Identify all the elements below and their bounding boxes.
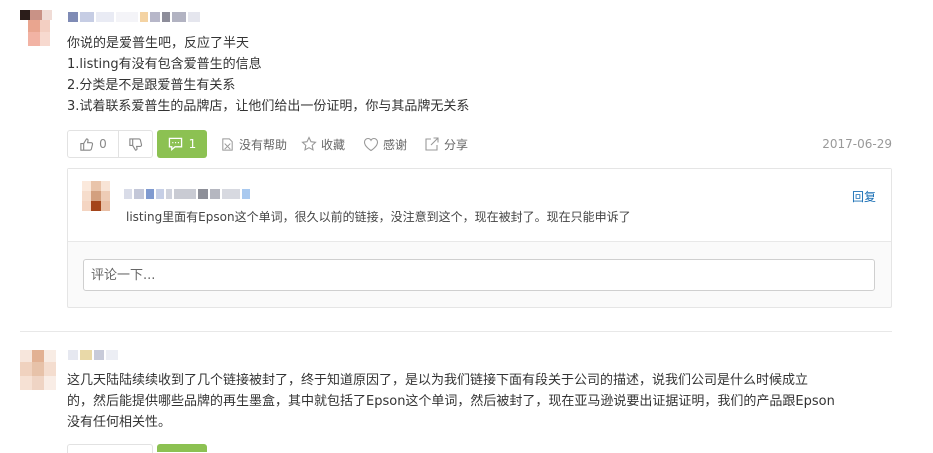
post1-line: 1.listing有没有包含爱普生的信息 (67, 57, 262, 72)
comment-item: listing里面有Epson这个单词，很久以前的链接，没注意到这个，现在被封了… (68, 169, 891, 242)
post1-action-bar: 0 1 没有帮助 收藏 感谢 分享 2017-06-29 (67, 130, 892, 158)
post-date: 2017-06-29 (822, 137, 892, 151)
post2-line: 这几天陆陆续续收到了几个链接被封了，终于知道原因了，是以为我们链接下面有段关于公… (67, 373, 809, 388)
comment-count: 1 (188, 137, 197, 151)
comment-input[interactable] (83, 259, 875, 291)
post2-username-blurred[interactable] (68, 350, 118, 360)
upvote-button[interactable]: 0 (68, 131, 119, 157)
favorite-button[interactable]: 收藏 (301, 130, 345, 158)
post2-comment-toggle-button[interactable] (157, 444, 207, 452)
comment-section: listing里面有Epson这个单词，很久以前的链接，没注意到这个，现在被封了… (67, 168, 892, 308)
share-label: 分享 (444, 137, 469, 152)
post2-line: 的，然后能提供哪些品牌的再生墨盒，其中就包括了Epson这个单词，然后被封了，现… (67, 394, 835, 409)
star-icon (301, 136, 317, 152)
upvote-count: 0 (99, 137, 107, 151)
thanks-label: 感谢 (383, 137, 408, 152)
post1-line: 3.试着联系爱普生的品牌店，让他们给出一份证明，你与其品牌无关系 (67, 99, 470, 114)
post1-line: 2.分类是不是跟爱普生有关系 (67, 78, 236, 93)
comment-toggle-button[interactable]: 1 (157, 130, 207, 158)
thanks-button[interactable]: 感谢 (363, 130, 407, 158)
downvote-button[interactable] (119, 131, 152, 157)
thumbs-down-icon (128, 137, 143, 152)
post1-line: 你说的是爱普生吧，反应了半天 (67, 36, 250, 51)
reply-avatar[interactable] (82, 181, 110, 211)
reply-link[interactable]: 回复 (852, 188, 876, 205)
post2-content: 这几天陆陆续续收到了几个链接被封了，终于知道原因了，是以为我们链接下面有段关于公… (67, 370, 835, 433)
vote-group: 0 (67, 130, 153, 158)
post-divider (20, 331, 892, 332)
post1-avatar[interactable] (20, 10, 52, 50)
post1-content: 你说的是爱普生吧，反应了半天 1.listing有没有包含爱普生的信息 2.分类… (67, 33, 469, 117)
not-helpful-label: 没有帮助 (239, 137, 288, 152)
share-icon (424, 136, 440, 152)
reply-meta-blurred (124, 189, 250, 199)
post2-line: 没有任何相关性。 (67, 415, 172, 430)
post1-username-blurred[interactable] (68, 12, 200, 22)
post2-avatar[interactable] (20, 350, 56, 390)
not-helpful-button[interactable]: 没有帮助 (220, 130, 287, 158)
share-button[interactable]: 分享 (424, 130, 468, 158)
thumbs-up-icon (79, 137, 94, 152)
comment-icon (168, 137, 183, 151)
not-helpful-icon (220, 137, 235, 152)
heart-icon (363, 137, 379, 152)
favorite-label: 收藏 (321, 137, 346, 152)
comment-text: listing里面有Epson这个单词，很久以前的链接，没注意到这个，现在被封了… (126, 210, 631, 224)
